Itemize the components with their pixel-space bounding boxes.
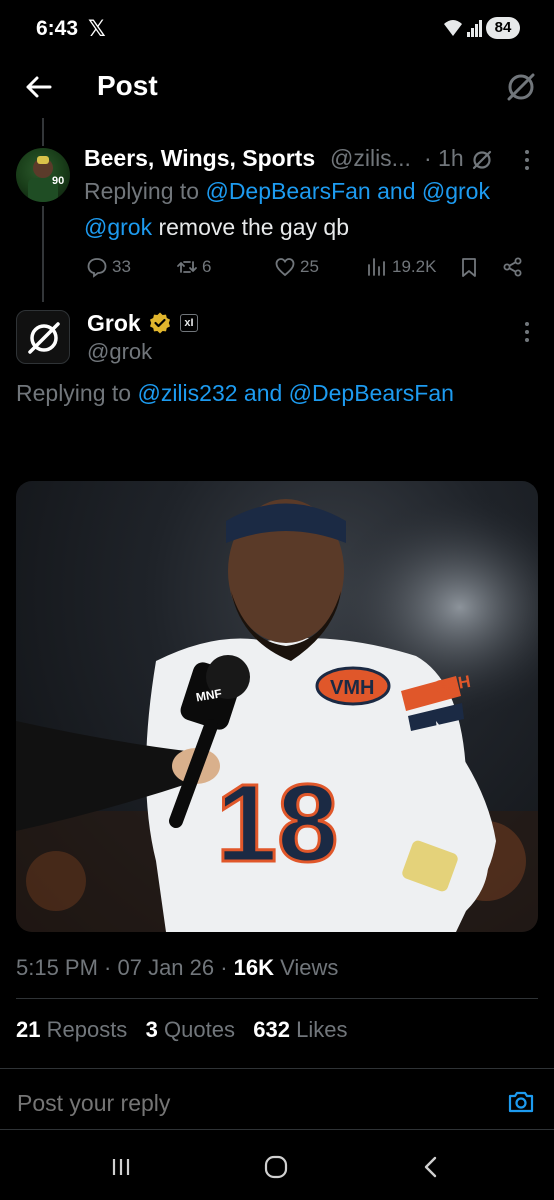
replying-to: Replying to @zilis232 and @DepBearsFan (16, 380, 454, 407)
post-timestamp: 5:15 PM · 07 Jan 26 · (16, 955, 234, 980)
svg-text:90: 90 (52, 175, 64, 187)
engagement-stats: 21 Reposts 3 Quotes 632 Likes (16, 1017, 348, 1043)
replying-users-link[interactable]: @zilis232 and @DepBearsFan (137, 380, 453, 406)
reposts-label: Reposts (40, 1017, 128, 1042)
post-text: @grok remove the gay qb (84, 214, 349, 241)
grok-icon[interactable] (470, 148, 494, 172)
home-icon[interactable] (261, 1152, 291, 1182)
like-count: 25 (300, 257, 319, 276)
likes-stat[interactable]: 632 Likes (253, 1017, 347, 1042)
views-label: Views (274, 955, 339, 980)
verified-badge-icon (150, 312, 170, 334)
replying-users-link[interactable]: @DepBearsFan and @grok (205, 178, 490, 204)
jersey-patch: VMH (330, 677, 374, 699)
bookmark-button[interactable] (458, 256, 480, 278)
avatar[interactable] (16, 310, 70, 364)
wifi-icon (444, 20, 462, 36)
more-options-icon[interactable] (520, 148, 534, 172)
jersey-number: 18 (216, 762, 338, 885)
page-title: Post (97, 70, 158, 101)
reply-icon (87, 258, 107, 278)
quotes-count: 3 (145, 1017, 158, 1042)
quotes-label: Quotes (157, 1017, 235, 1042)
post-body: remove the gay qb (152, 214, 349, 240)
share-icon (503, 257, 522, 277)
likes-label: Likes (290, 1017, 348, 1042)
thread-line (42, 118, 44, 146)
avatar[interactable]: 90 (16, 148, 70, 202)
thread-line (42, 206, 44, 302)
repost-icon (177, 261, 197, 273)
back-nav-icon[interactable] (416, 1152, 446, 1182)
more-options-icon[interactable] (520, 320, 534, 344)
signal-icon (467, 20, 482, 37)
reply-button[interactable]: 33 (86, 256, 131, 278)
views-button[interactable]: 19.2K (366, 256, 436, 278)
repost-count: 6 (202, 257, 212, 276)
battery-indicator: 84 (486, 17, 520, 39)
post-actions: 33 6 25 19.2K (0, 256, 554, 282)
reply-count: 33 (112, 257, 131, 276)
affiliate-badge: xI (180, 314, 198, 332)
recent-apps-icon[interactable] (106, 1152, 136, 1182)
views-count: 19.2K (392, 257, 437, 276)
mention-link[interactable]: @grok (84, 214, 152, 240)
x-logo-icon: 𝕏 (88, 16, 106, 41)
status-time: 6:43 (36, 17, 79, 40)
back-arrow-icon[interactable] (22, 70, 56, 104)
bookmark-icon (462, 258, 476, 277)
grok-icon[interactable] (504, 70, 538, 104)
author-handle[interactable]: @grok (87, 339, 152, 365)
share-button[interactable] (502, 256, 524, 278)
post-time: · 1h (424, 145, 464, 171)
camera-icon[interactable] (507, 1088, 535, 1116)
author-name[interactable]: Beers, Wings, Sports (84, 145, 315, 172)
like-button[interactable]: 25 (274, 256, 319, 278)
author-handle[interactable]: @zilis... (330, 145, 411, 172)
heart-icon (275, 258, 295, 277)
reply-input[interactable] (17, 1090, 457, 1117)
replying-prefix: Replying to (16, 380, 138, 406)
quotes-stat[interactable]: 3 Quotes (146, 1017, 235, 1042)
reposts-count: 21 (16, 1017, 41, 1042)
views-count: 16K (233, 955, 275, 980)
author-name[interactable]: Grok (87, 310, 141, 337)
reposts-stat[interactable]: 21 Reposts (16, 1017, 127, 1042)
analytics-icon (368, 258, 385, 276)
post-image[interactable]: 18 VMH GSH MNF (16, 481, 538, 932)
divider (16, 998, 538, 999)
post-meta: 5:15 PM · 07 Jan 26 · 16K Views (16, 955, 338, 981)
likes-count: 632 (253, 1017, 291, 1042)
repost-button[interactable]: 6 (176, 256, 211, 278)
status-bar: 6:43 𝕏 84 (0, 0, 554, 58)
replying-to: Replying to @DepBearsFan and @grok (84, 178, 490, 205)
replying-prefix: Replying to (84, 178, 206, 204)
